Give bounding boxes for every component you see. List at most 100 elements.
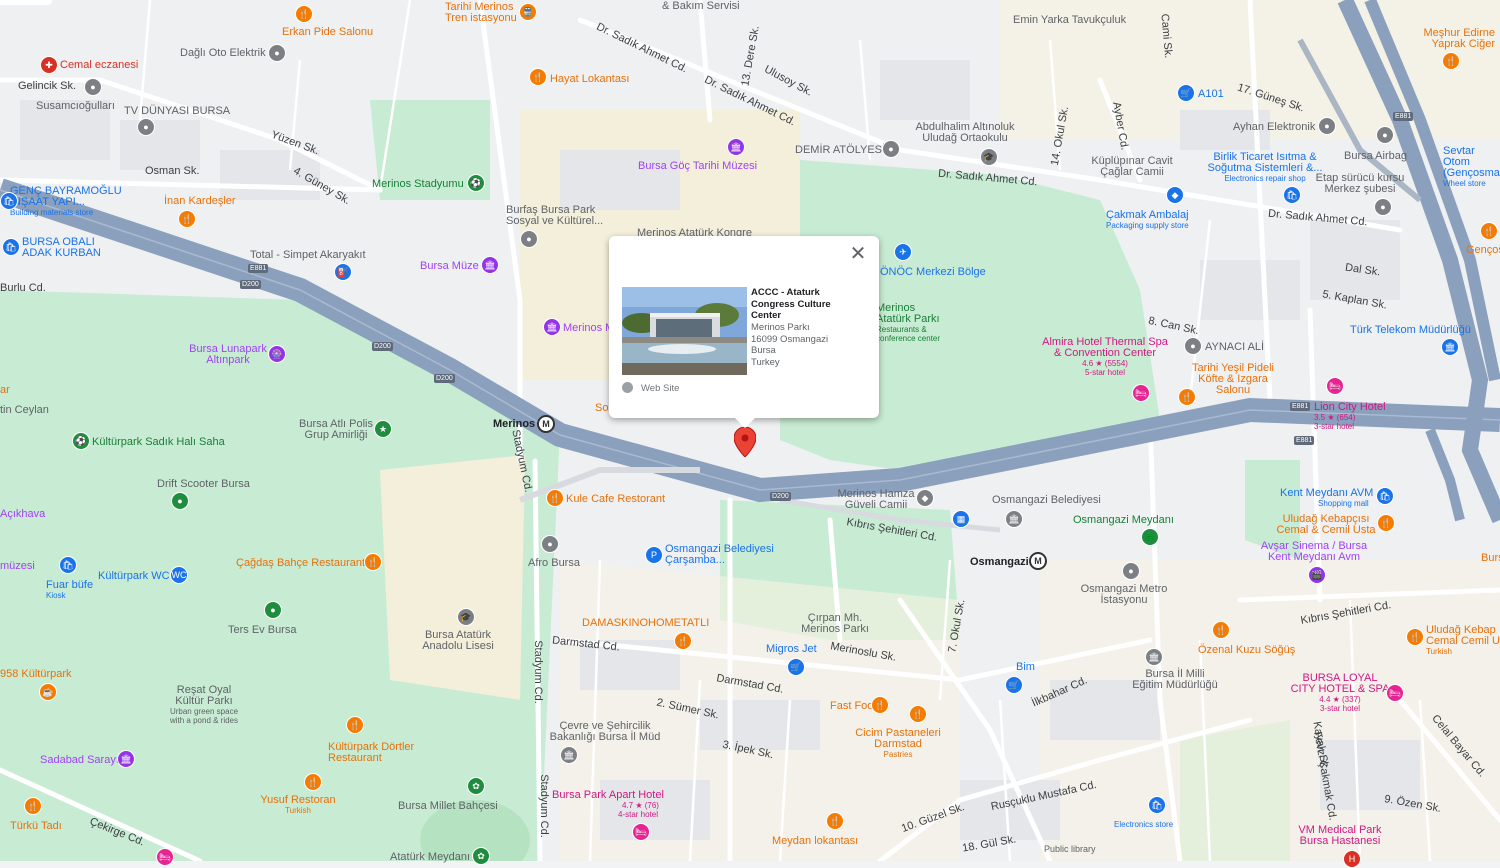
place-icon[interactable]: ● — [1318, 117, 1336, 135]
poi-label[interactable]: Atatürk Meydanı — [390, 851, 470, 863]
shopping-icon[interactable]: 🛒 — [1005, 676, 1023, 694]
restaurant-icon[interactable]: 🍴 — [295, 5, 313, 23]
poi-label[interactable]: Kule Cafe Restorant — [566, 493, 665, 505]
shopping-icon[interactable]: 🛍 — [0, 192, 18, 210]
restaurant-icon[interactable]: 🍴 — [1377, 514, 1395, 532]
police-icon[interactable]: ★ — [374, 420, 392, 438]
park-icon[interactable]: 🌲 — [1141, 528, 1159, 546]
poi-label[interactable]: Ayhan Elektronik — [1233, 121, 1315, 133]
place-icon[interactable]: ● — [84, 78, 102, 96]
poi-label[interactable]: Reşat Oyal Kültür Parkı Urban green space… — [166, 685, 242, 726]
poi-label[interactable]: tin Ceylan — [0, 404, 49, 416]
poi-label[interactable]: Kent Meydanı AVM Shopping mall — [1280, 487, 1373, 508]
poi-label[interactable]: TV DÜNYASI BURSA — [124, 105, 230, 117]
poi-label[interactable]: Drift Scooter Bursa — [157, 478, 250, 490]
school-icon[interactable]: 🎓 — [980, 148, 998, 166]
shopping-icon[interactable]: 🛒 — [787, 658, 805, 676]
restaurant-icon[interactable]: 🍴 — [826, 812, 844, 830]
restaurant-icon[interactable]: 🍴 — [304, 773, 322, 791]
gas-station-icon[interactable]: ⛽ — [334, 263, 352, 281]
poi-label[interactable]: Erkan Pide Salonu — [282, 26, 373, 38]
poi-label[interactable]: Abdulhalim Altınoluk Uludağ Ortaokulu — [910, 122, 1020, 144]
website-label[interactable]: Web Site — [641, 383, 679, 394]
poi-label[interactable]: Fuar büfe Kiosk — [46, 579, 93, 600]
restaurant-icon[interactable]: 🍴 — [1178, 388, 1196, 406]
location-marker-icon[interactable] — [733, 426, 757, 458]
metro-icon[interactable]: M — [537, 415, 555, 433]
sports-icon[interactable]: ⚽ — [72, 432, 90, 450]
museum-icon[interactable]: 🏛 — [543, 318, 561, 336]
station-label[interactable]: Osmangazi — [970, 556, 1029, 568]
poi-label[interactable]: Bursa Atlı Polis Grup Amirliği — [296, 419, 376, 441]
restaurant-icon[interactable]: 🍴 — [546, 489, 564, 507]
poi-label[interactable]: Çevre ve Şehircilik Bakanlığı Bursa İl M… — [545, 721, 665, 743]
poi-label[interactable]: Migros Jet — [766, 643, 817, 655]
poi-label[interactable]: & Bakım Servisi — [662, 0, 740, 12]
poi-label[interactable]: VM Medical Park Bursa Hastanesi — [1290, 825, 1390, 847]
poi-label[interactable]: Türk Telekom Müdürlüğü — [1350, 324, 1471, 336]
poi-label[interactable]: Kültürpark Dörtler Restaurant — [328, 742, 428, 764]
poi-label[interactable]: Tarihi Merinos Tren istasyonu — [445, 2, 525, 24]
poi-label[interactable]: Bursa Park Apart Hotel 4.7 ★ (76) 4-star h… — [552, 789, 664, 819]
poi-label[interactable]: ar — [0, 384, 10, 396]
park-icon[interactable]: ✿ — [472, 847, 490, 865]
restaurant-icon[interactable]: 🍴 — [1212, 621, 1230, 639]
poi-label[interactable]: Merinos M — [563, 322, 614, 334]
shopping-icon[interactable]: 🛍 — [1283, 186, 1301, 204]
government-icon[interactable]: 🏛 — [1005, 510, 1023, 528]
poi-label[interactable]: Public library — [1044, 843, 1096, 855]
poi-label[interactable]: Osmangazi Meydanı — [1073, 514, 1174, 526]
poi-label[interactable]: Çırpan Mh. Merinos Parkı — [800, 613, 870, 635]
park-icon[interactable]: ✿ — [467, 777, 485, 795]
poi-label[interactable]: Meşhur Edirne Yaprak Ciğer — [1400, 28, 1495, 50]
poi-label[interactable]: İnan Kardeşler — [164, 195, 236, 207]
poi-label[interactable]: Açıkhava — [0, 508, 45, 520]
shopping-icon[interactable]: 🛍 — [2, 238, 20, 256]
restaurant-icon[interactable]: 🍴 — [364, 553, 382, 571]
restaurant-icon[interactable]: 🍴 — [674, 632, 692, 650]
metro-icon[interactable]: M — [1029, 552, 1047, 570]
poi-label[interactable]: Osmangazi Belediyesi — [992, 494, 1101, 506]
poi-label[interactable]: Burs — [1481, 552, 1500, 564]
restaurant-icon[interactable]: 🍴 — [24, 797, 42, 815]
poi-label[interactable]: Almira Hotel Thermal Spa & Convention Ce… — [1040, 337, 1170, 378]
poi-label[interactable]: Ters Ev Bursa — [228, 624, 296, 636]
stadium-icon[interactable]: ⚽ — [467, 174, 485, 192]
poi-label[interactable]: Özenal Kuzu Söğüş — [1198, 644, 1295, 656]
government-icon[interactable]: 🏛 — [1441, 338, 1459, 356]
airport-icon[interactable]: ✈ — [894, 243, 912, 261]
poi-label[interactable]: Bursa Atatürk Anadolu Lisesi — [418, 630, 498, 652]
poi-label[interactable]: BURSA LOYAL CITY HOTEL & SPA 4.4 ★ (337) 3… — [1290, 673, 1390, 714]
poi-label[interactable]: Kültürpark WC — [98, 570, 170, 582]
poi-label[interactable]: Emin Yarka Tavukçuluk — [1013, 14, 1126, 26]
poi-label[interactable]: Avşar Sinema / Bursa Kent Meydanı Avm — [1254, 541, 1374, 563]
poi-label[interactable]: Afro Bursa — [528, 557, 580, 569]
restaurant-icon[interactable]: 🍴 — [1480, 222, 1498, 240]
mosque-icon[interactable]: ◆ — [1166, 186, 1184, 204]
shopping-icon[interactable]: 🛍 — [1148, 796, 1166, 814]
poi-label[interactable]: Yusuf Restoran Turkish — [260, 795, 336, 816]
shopping-icon[interactable]: 🛒 — [1177, 84, 1195, 102]
pharmacy-icon[interactable]: ✚ — [40, 56, 58, 74]
poi-label[interactable]: BURSA OBALI ADAK KURBAN — [22, 237, 102, 259]
poi-label[interactable]: Gençosm — [1466, 244, 1500, 256]
poi-label[interactable]: DEMİR ATÖLYESİ — [795, 144, 885, 156]
place-icon[interactable]: ● — [541, 535, 559, 553]
restaurant-icon[interactable]: 🍴 — [909, 705, 927, 723]
poi-label[interactable]: Bursa Millet Bahçesi — [398, 800, 498, 812]
poi-label[interactable]: Total - Simpet Akaryakıt — [250, 249, 366, 261]
poi-label[interactable]: Bursa Göç Tarihi Müzesi — [638, 160, 757, 172]
poi-label[interactable]: 958 Kültürpark — [0, 668, 72, 680]
poi-label[interactable]: Bursa İl Milli Eğitim Müdürlüğü — [1130, 669, 1220, 691]
mosque-icon[interactable]: ◆ — [916, 489, 934, 507]
restaurant-icon[interactable]: 🍴 — [1406, 628, 1424, 646]
shopping-icon[interactable]: 🛍 — [59, 556, 77, 574]
close-icon[interactable]: ✕ — [847, 244, 869, 266]
poi-label[interactable]: Osmangazi Metro İstasyonu — [1074, 584, 1174, 606]
landmark-icon[interactable]: 🏛 — [117, 750, 135, 768]
hotel-icon[interactable]: 🛏 — [632, 823, 650, 841]
poi-label[interactable]: Merinos Hamza Güveli Camii — [836, 489, 916, 511]
poi-label[interactable]: Merinos Atatürk Parkı Restaurants & confe… — [876, 303, 946, 344]
poi-label[interactable]: Uludağ Kebapçısı Cemal & Cemil Usta — [1276, 514, 1376, 536]
place-icon[interactable]: ● — [1376, 126, 1394, 144]
